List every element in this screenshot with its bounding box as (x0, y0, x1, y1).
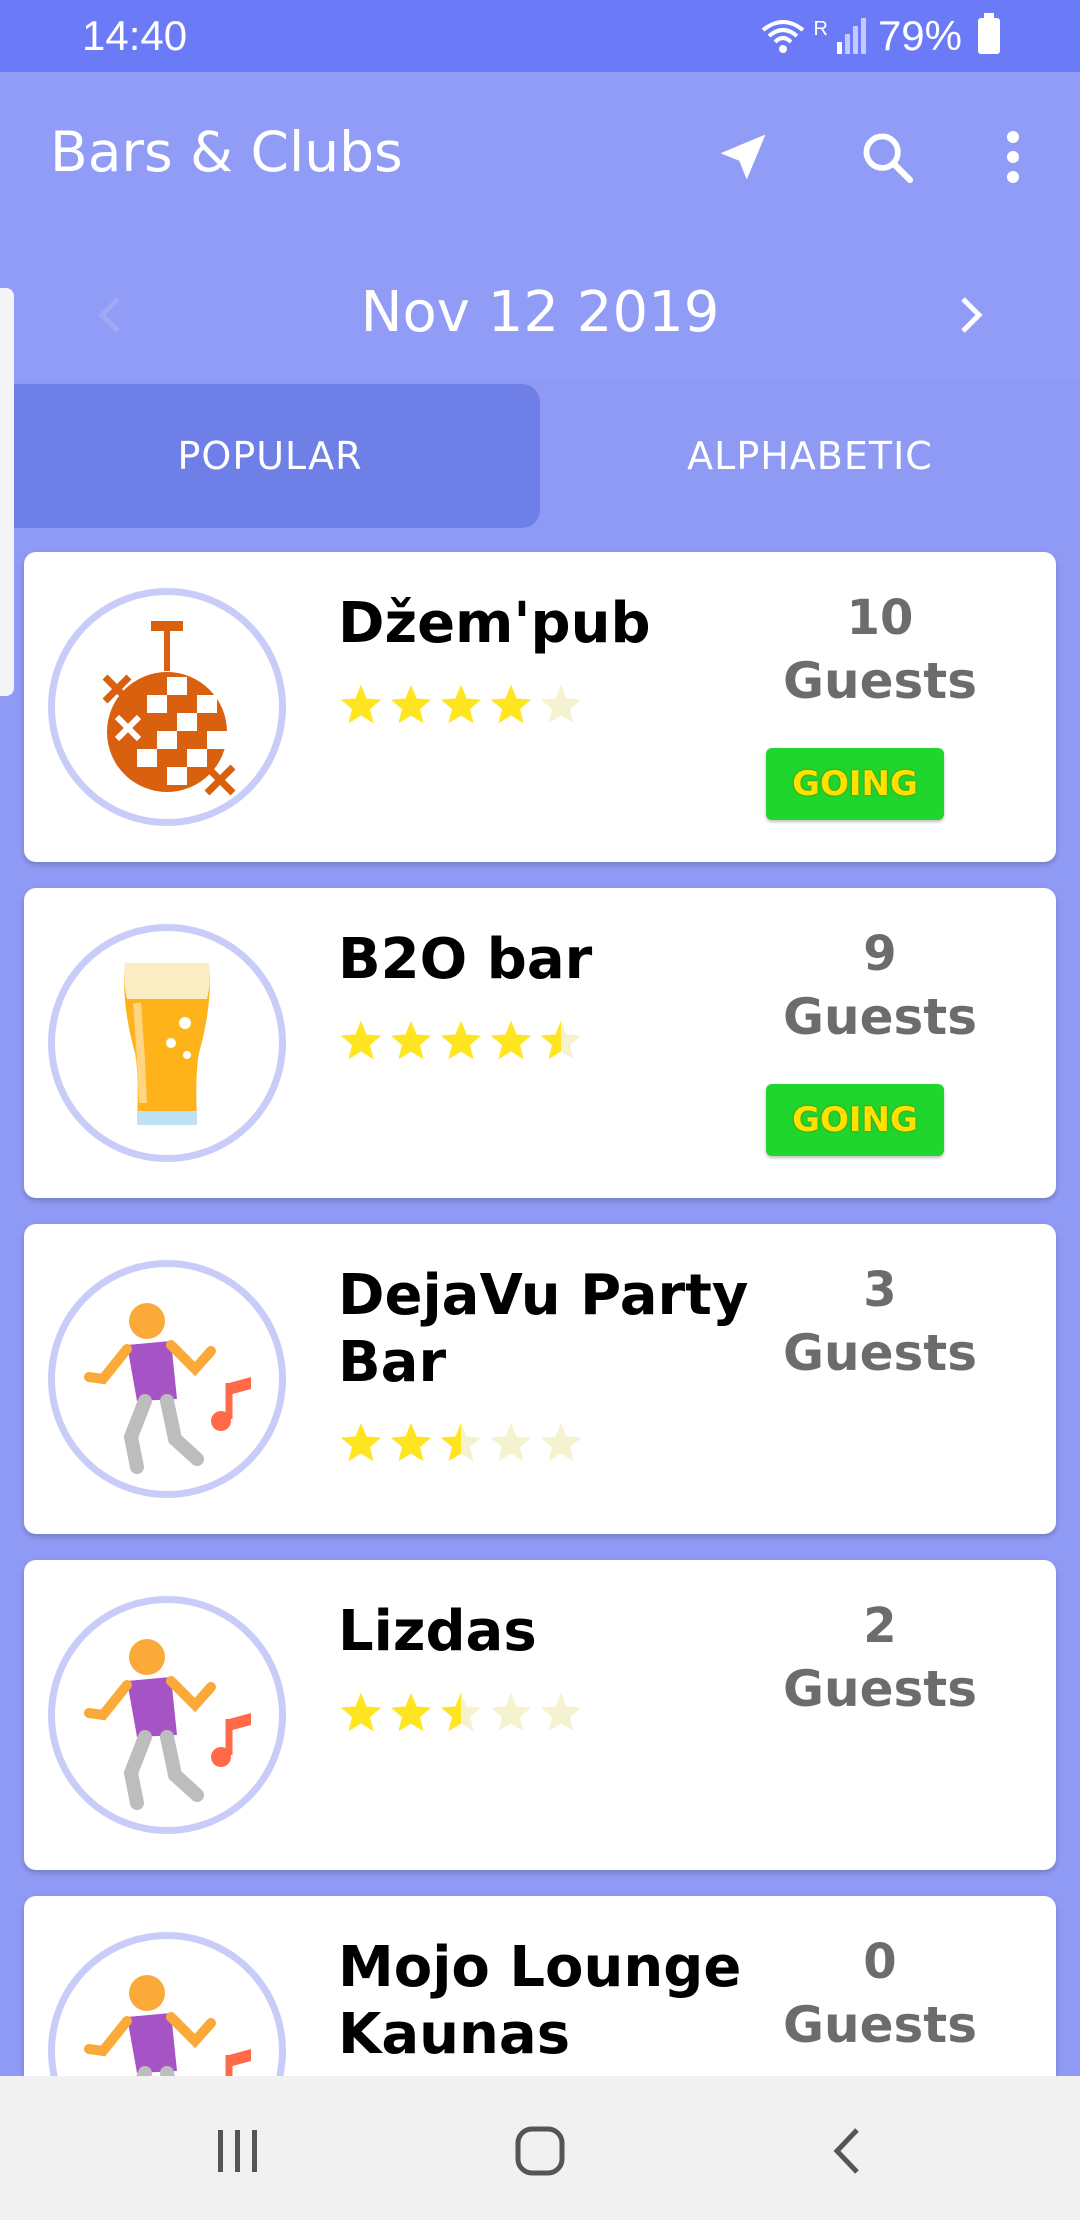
disco-ball-icon (102, 621, 236, 796)
venue-name: Mojo Lounge Kaunas (338, 1935, 742, 2068)
rating-stars (338, 1690, 584, 1736)
status-bar: 14:40 R 79% (0, 0, 1080, 72)
star-filled-icon (340, 684, 382, 724)
venue-avatar (48, 924, 286, 1162)
venue-card[interactable]: Lizdas 2 Guests (24, 1560, 1056, 1870)
signal-icon (836, 18, 866, 54)
system-nav-bar (0, 2076, 1080, 2220)
star-filled-icon (340, 1020, 382, 1060)
star-empty-icon (490, 1692, 532, 1732)
venue-card[interactable]: Džem'pub 10 Guests GOING (24, 552, 1056, 862)
star-half-icon (440, 1422, 482, 1462)
star-half-icon (540, 1020, 582, 1060)
guest-label: Guests (783, 652, 977, 710)
venue-card[interactable]: B2O bar 9 Guests GOING (24, 888, 1056, 1198)
star-filled-icon (490, 684, 532, 724)
dancer-icon (84, 1639, 251, 1810)
dancer-icon (84, 1303, 251, 1474)
guest-count: 0 Guests (740, 1926, 1020, 2053)
chevron-right-icon (961, 297, 983, 333)
navigation-arrow-icon (720, 134, 766, 180)
venue-card[interactable]: DejaVu Party Bar 3 Guests (24, 1224, 1056, 1534)
guest-number: 0 (863, 1934, 897, 1990)
rating-stars (338, 1420, 584, 1466)
star-filled-icon (390, 684, 432, 724)
guest-number: 10 (846, 590, 914, 646)
home-button[interactable] (500, 2116, 580, 2186)
guest-count: 3 Guests (740, 1254, 1020, 1381)
venue-avatar (48, 588, 286, 826)
star-filled-icon (340, 1422, 382, 1462)
guest-label: Guests (783, 1996, 977, 2054)
guest-count: 2 Guests (740, 1590, 1020, 1717)
star-empty-icon (540, 1422, 582, 1462)
current-date: Nov 12 2019 (360, 280, 720, 345)
star-empty-icon (490, 1422, 532, 1462)
search-button[interactable] (852, 122, 922, 192)
star-filled-icon (390, 1422, 432, 1462)
venue-name: DejaVu Party Bar (338, 1263, 749, 1396)
tab-popular[interactable]: POPULAR (0, 384, 540, 528)
app-bar: Bars & Clubs (0, 72, 1080, 240)
overflow-menu-button[interactable] (978, 122, 1048, 192)
rating-stars (338, 682, 584, 728)
recent-apps-icon (218, 2130, 257, 2172)
home-icon (515, 2126, 565, 2176)
recent-apps-button[interactable] (198, 2116, 278, 2186)
star-empty-icon (540, 684, 582, 724)
star-empty-icon (540, 1692, 582, 1732)
status-icons: R (761, 18, 867, 54)
star-filled-icon (440, 684, 482, 724)
venue-name: Lizdas (338, 1599, 537, 1664)
star-filled-icon (440, 1020, 482, 1060)
venue-name: B2O bar (338, 927, 593, 992)
app-title: Bars & Clubs (50, 120, 403, 184)
guest-number: 2 (863, 1598, 897, 1654)
guest-count: 9 Guests (740, 918, 1020, 1045)
status-time: 14:40 (82, 12, 188, 59)
sort-tabs: POPULAR ALPHABETIC (0, 384, 1080, 528)
status-right: R 79% (761, 12, 1000, 60)
battery-percent: 79% (877, 12, 962, 59)
venue-avatar (48, 1260, 286, 1498)
venue-name: Džem'pub (338, 591, 651, 656)
beer-glass-icon (124, 963, 210, 1125)
tab-alphabetic[interactable]: ALPHABETIC (540, 384, 1080, 528)
star-filled-icon (390, 1692, 432, 1732)
guest-number: 9 (863, 926, 897, 982)
rating-stars (338, 1018, 584, 1064)
scroll-handle[interactable] (0, 288, 14, 696)
guest-count: 10 Guests (740, 582, 1020, 709)
search-icon (863, 133, 914, 184)
venue-avatar (48, 1596, 286, 1834)
wifi-icon (762, 20, 805, 53)
location-button[interactable] (708, 122, 778, 192)
going-button[interactable]: GOING (766, 748, 944, 820)
guest-label: Guests (783, 988, 977, 1046)
star-filled-icon (390, 1020, 432, 1060)
next-date-button[interactable] (935, 280, 1005, 350)
guest-number: 3 (863, 1262, 897, 1318)
star-half-icon (440, 1692, 482, 1732)
guest-label: Guests (783, 1324, 977, 1382)
network-type: R (813, 18, 828, 40)
back-icon (833, 2128, 859, 2174)
star-filled-icon (490, 1020, 532, 1060)
back-button[interactable] (806, 2116, 886, 2186)
battery-icon (978, 13, 1000, 54)
date-selector: Nov 12 2019 (0, 240, 1080, 380)
more-vert-icon (1007, 131, 1019, 183)
star-filled-icon (340, 1692, 382, 1732)
guest-label: Guests (783, 1660, 977, 1718)
going-button[interactable]: GOING (766, 1084, 944, 1156)
